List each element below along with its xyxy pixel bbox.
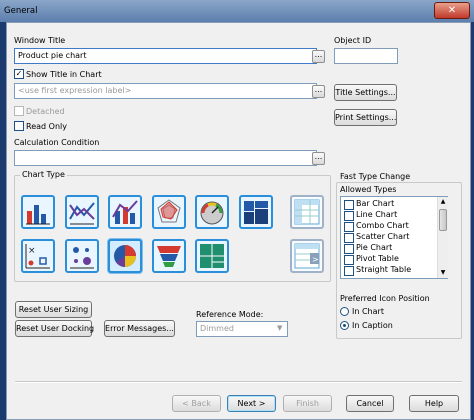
in-chart-radio[interactable] xyxy=(340,307,349,316)
show-title-label: Show Title in Chart xyxy=(26,70,102,79)
title-settings-button[interactable]: Title Settings... xyxy=(334,84,397,101)
detached-checkbox[interactable] xyxy=(14,106,24,116)
bar-chart-icon[interactable] xyxy=(21,195,55,229)
back-button[interactable]: < Back xyxy=(172,395,221,412)
list-item-label: Straight Table xyxy=(356,265,412,274)
finish-button[interactable]: Finish xyxy=(283,395,332,412)
list-item-checkbox[interactable] xyxy=(344,255,354,265)
reference-mode-select[interactable]: Dimmed ▼ xyxy=(196,321,288,337)
grid-chart-icon[interactable] xyxy=(65,239,99,273)
list-item-checkbox[interactable] xyxy=(344,200,354,210)
svg-text:×: × xyxy=(28,246,36,256)
title-bar: General ✕ xyxy=(0,0,474,22)
calc-condition-label: Calculation Condition xyxy=(14,138,100,147)
footer-divider xyxy=(15,381,462,383)
icon-position-label: Preferred Icon Position xyxy=(340,294,430,303)
cancel-button[interactable]: Cancel xyxy=(346,395,394,412)
window-title-expression-button[interactable]: ... xyxy=(312,50,325,63)
chevron-down-icon: ▼ xyxy=(277,324,283,332)
close-button[interactable]: ✕ xyxy=(434,2,470,19)
allowed-types-label: Allowed Types xyxy=(340,185,397,194)
list-item-label: Scatter Chart xyxy=(356,232,410,241)
list-item-checkbox[interactable] xyxy=(344,222,354,232)
read-only-label: Read Only xyxy=(26,122,67,131)
calc-condition-field[interactable] xyxy=(14,150,317,166)
title-expression-button[interactable]: ... xyxy=(312,85,325,98)
in-caption-label: In Caption xyxy=(352,321,393,330)
reset-user-sizing-button[interactable]: Reset User Sizing xyxy=(15,301,92,318)
list-item-checkbox[interactable] xyxy=(344,233,354,243)
print-settings-button[interactable]: Print Settings... xyxy=(334,109,397,126)
window-title-field[interactable]: Product pie chart xyxy=(14,48,317,64)
next-button[interactable]: Next > xyxy=(227,395,276,412)
reset-user-docking-button[interactable]: Reset User Docking xyxy=(15,320,94,337)
gauge-chart-icon[interactable] xyxy=(195,195,229,229)
scatter-chart-icon[interactable]: × xyxy=(21,239,55,273)
show-title-checkbox[interactable]: ✓ xyxy=(14,69,24,79)
window-title-label: Window Title xyxy=(14,36,66,45)
in-caption-radio[interactable] xyxy=(340,321,349,330)
list-item-checkbox[interactable] xyxy=(344,211,354,221)
radar-chart-icon[interactable] xyxy=(152,195,186,229)
scroll-up-icon[interactable]: ▲ xyxy=(439,198,447,206)
calc-condition-button[interactable]: ... xyxy=(312,152,325,165)
funnel-chart-icon[interactable] xyxy=(152,239,186,273)
reference-mode-label: Reference Mode: xyxy=(196,310,264,319)
help-button[interactable]: Help xyxy=(409,395,459,412)
pie-chart-icon[interactable] xyxy=(108,239,142,273)
title-expression-field[interactable]: <use first expression label> xyxy=(14,83,317,99)
error-messages-button[interactable]: Error Messages... xyxy=(104,320,175,337)
read-only-checkbox[interactable] xyxy=(14,121,24,131)
window-title: General xyxy=(4,6,38,16)
list-scrollbar[interactable]: ▲ ▼ xyxy=(437,197,448,278)
chart-type-label: Chart Type xyxy=(20,170,67,179)
detached-label: Detached xyxy=(26,107,65,116)
mekko-chart-icon[interactable] xyxy=(239,195,273,229)
list-item-label: Pie Chart xyxy=(356,243,393,252)
object-id-label: Object ID xyxy=(334,36,372,45)
straight-table-icon[interactable]: > xyxy=(290,239,324,273)
list-item-label: Bar Chart xyxy=(356,199,395,208)
dialog-body: Window Title Product pie chart ... Objec… xyxy=(6,22,471,420)
scroll-down-icon[interactable]: ▼ xyxy=(439,269,447,277)
fast-type-change-label: Fast Type Change xyxy=(340,172,411,181)
svg-text:>: > xyxy=(312,255,319,264)
list-item-label: Line Chart xyxy=(356,210,398,219)
allowed-types-list[interactable]: Bar Chart Line Chart Combo Chart Scatter… xyxy=(340,196,448,279)
list-item-label: Pivot Table xyxy=(356,254,399,263)
pivot-table-icon[interactable] xyxy=(290,195,324,229)
line-chart-icon[interactable] xyxy=(65,195,99,229)
in-chart-label: In Chart xyxy=(352,307,384,316)
block-chart-icon[interactable] xyxy=(195,239,229,273)
list-item-checkbox[interactable] xyxy=(344,266,354,276)
combo-chart-icon[interactable] xyxy=(108,195,142,229)
list-item-checkbox[interactable] xyxy=(344,244,354,254)
scroll-thumb[interactable] xyxy=(439,209,447,231)
reference-mode-value: Dimmed xyxy=(200,324,234,333)
list-item-label: Combo Chart xyxy=(356,221,409,230)
object-id-field[interactable] xyxy=(334,48,398,64)
